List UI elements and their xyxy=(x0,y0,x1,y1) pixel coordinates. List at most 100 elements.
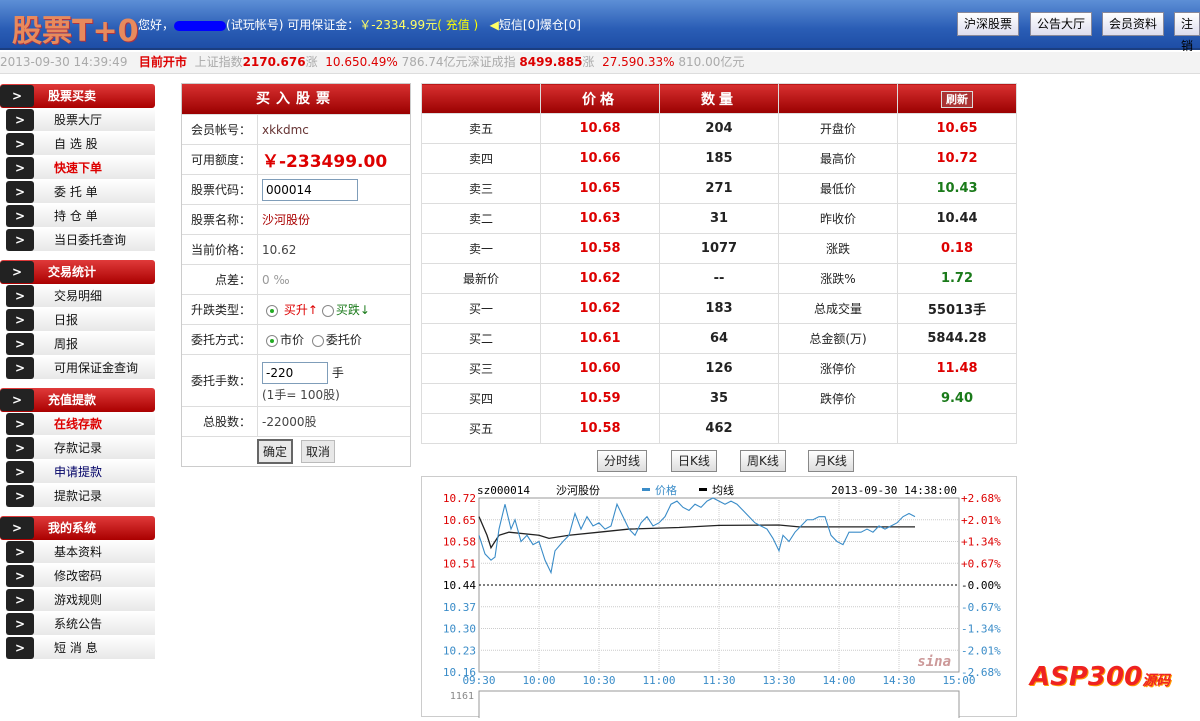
stock-code-input[interactable] xyxy=(262,178,358,201)
sidebar-item[interactable]: > 存款记录 xyxy=(6,436,155,460)
buy-stock-form: 买入股票 会员帐号： xkkdmc 可用额度： ￥-233499.00 股票代码： … xyxy=(181,83,411,467)
code-label: 股票代码： xyxy=(182,175,258,204)
sidebar-item[interactable]: > 持 仓 单 xyxy=(6,204,155,228)
section-title: 股票买卖 xyxy=(48,89,97,103)
sidebar-item[interactable]: > 股票大厅 xyxy=(6,108,155,132)
tab-monthly-k[interactable]: 月K线 xyxy=(808,450,854,472)
sz-change: 27.590.33% xyxy=(602,55,675,69)
sidebar-item[interactable]: > 短 消 息 xyxy=(6,636,155,660)
sidebar-item-label: 快速下单 xyxy=(54,161,103,175)
chevron-right-icon: > xyxy=(6,485,34,507)
level-quantity: 1077 xyxy=(659,233,779,264)
level-label: 买二 xyxy=(421,323,541,354)
level-label: 最新价 xyxy=(421,263,541,294)
limit-price-label[interactable]: 委托价 xyxy=(326,333,362,347)
buy-down-radio[interactable] xyxy=(321,304,334,317)
sidebar-section-header[interactable]: > 交易统计 xyxy=(0,260,155,284)
stat-value: 1.72 xyxy=(897,263,1017,294)
sidebar-item[interactable]: > 自 选 股 xyxy=(6,132,155,156)
level-label: 买五 xyxy=(421,413,541,444)
sidebar-item[interactable]: > 游戏规则 xyxy=(6,588,155,612)
section-title: 充值提款 xyxy=(48,393,97,407)
level-label: 买三 xyxy=(421,353,541,384)
sidebar-section-header[interactable]: > 我的系统 xyxy=(0,516,155,540)
quote-row: 买三 10.60 126 涨停价 11.48 xyxy=(421,353,1017,384)
sidebar-item[interactable]: > 在线存款 xyxy=(6,412,155,436)
liquidation-link[interactable]: 爆仓[0] xyxy=(540,18,581,32)
margin-value: ￥-2334.99元 xyxy=(359,18,438,32)
announcements-button[interactable]: 公告大厅 xyxy=(1030,12,1093,36)
sidebar-item[interactable]: > 委 托 单 xyxy=(6,180,155,204)
buy-up-radio[interactable] xyxy=(266,304,278,317)
sidebar-item[interactable]: > 当日委托查询 xyxy=(6,228,155,252)
sidebar-section-header[interactable]: > 股票买卖 xyxy=(0,84,155,108)
quote-row: 买四 10.59 35 跌停价 9.40 xyxy=(421,383,1017,414)
sidebar-item[interactable]: > 系统公告 xyxy=(6,612,155,636)
y-tick-label: 10.72 xyxy=(443,492,476,505)
pct-tick-label: +2.68% xyxy=(961,492,1001,505)
sidebar-section-header[interactable]: > 充值提款 xyxy=(0,388,155,412)
level-quantity: 204 xyxy=(659,113,779,144)
sidebar-item[interactable]: > 申请提款 xyxy=(6,460,155,484)
sh-change: 10.650.49% xyxy=(325,55,398,69)
sidebar-item-label: 存款记录 xyxy=(54,441,103,455)
market-ticker: 2013-09-30 14:39:49 目前开市 上证指数2170.676涨 1… xyxy=(0,52,1200,74)
stat-label: 涨跌 xyxy=(778,233,898,264)
messages-link[interactable]: 短信[0] xyxy=(499,18,540,32)
buy-down-label[interactable]: 买跌↓ xyxy=(336,303,370,317)
sidebar-item[interactable]: > 可用保证金查询 xyxy=(6,356,155,380)
stat-value: 10.44 xyxy=(897,203,1017,234)
spread-label: 点差： xyxy=(182,265,258,294)
legend-price: 价格 xyxy=(655,483,677,497)
sz-volume: 810.00亿元 xyxy=(678,55,745,69)
chart-datetime: 2013-09-30 14:38:00 xyxy=(831,484,957,497)
sz-direction: 涨 xyxy=(582,55,595,69)
chevron-right-icon: > xyxy=(6,541,34,563)
sidebar-item-label: 修改密码 xyxy=(54,569,103,583)
level-label: 卖三 xyxy=(421,173,541,204)
refresh-button[interactable]: 刷新 xyxy=(941,90,973,108)
quote-header-blank2 xyxy=(778,83,898,114)
sidebar-item-label: 可用保证金查询 xyxy=(54,361,139,375)
sidebar-item-label: 委 托 单 xyxy=(54,185,98,199)
sh-direction: 涨 xyxy=(305,55,318,69)
y-tick-label: 10.65 xyxy=(443,514,476,527)
confirm-button[interactable]: 确定 xyxy=(256,439,293,464)
sidebar-item-label: 持 仓 单 xyxy=(54,209,98,223)
tab-daily-k[interactable]: 日K线 xyxy=(671,450,717,472)
lots-input[interactable] xyxy=(262,362,328,384)
quote-table: 价格 数量 刷新 卖五 10.68 204 开盘价 10.65 卖四 10.66 185 最高价… xyxy=(421,83,1017,444)
level-quantity: -- xyxy=(659,263,779,294)
market-price-label[interactable]: 市价 xyxy=(280,333,304,347)
sidebar-item[interactable]: > 快速下单 xyxy=(6,156,155,180)
chevron-right-icon: > xyxy=(6,285,34,307)
recharge-link[interactable]: ( 充值 ) xyxy=(437,18,478,32)
tab-intraday[interactable]: 分时线 xyxy=(597,450,648,472)
member-info-button[interactable]: 会员资料 xyxy=(1102,12,1165,36)
x-tick-label: 13:30 xyxy=(762,674,795,687)
total-shares: -22000股 xyxy=(262,415,317,429)
sidebar-item[interactable]: > 交易明细 xyxy=(6,284,155,308)
logout-button[interactable]: 注销 xyxy=(1174,12,1200,53)
current-price: 10.62 xyxy=(262,242,297,257)
sidebar-item-label: 提款记录 xyxy=(54,489,103,503)
y-tick-label: 10.23 xyxy=(443,644,476,657)
sidebar-item[interactable]: > 日报 xyxy=(6,308,155,332)
volume-max-label: 1161 xyxy=(450,691,474,702)
buy-up-label[interactable]: 买升↑ xyxy=(284,303,318,317)
limit-price-radio[interactable] xyxy=(311,334,324,347)
chevron-right-icon: > xyxy=(6,157,34,179)
spread-value: 0 ‰ xyxy=(262,272,290,287)
sidebar-item-label: 当日委托查询 xyxy=(54,233,127,247)
sidebar-item-label: 周报 xyxy=(54,337,79,351)
sh-sz-stocks-button[interactable]: 沪深股票 xyxy=(957,12,1020,36)
sidebar-item[interactable]: > 提款记录 xyxy=(6,484,155,508)
pct-tick-label: +0.67% xyxy=(961,557,1001,570)
level-price: 10.68 xyxy=(540,113,660,144)
sidebar-item[interactable]: > 修改密码 xyxy=(6,564,155,588)
tab-weekly-k[interactable]: 周K线 xyxy=(740,450,786,472)
sidebar-item[interactable]: > 基本资料 xyxy=(6,540,155,564)
sidebar-item[interactable]: > 周报 xyxy=(6,332,155,356)
cancel-button[interactable]: 取消 xyxy=(301,440,336,463)
market-price-radio[interactable] xyxy=(266,334,278,347)
